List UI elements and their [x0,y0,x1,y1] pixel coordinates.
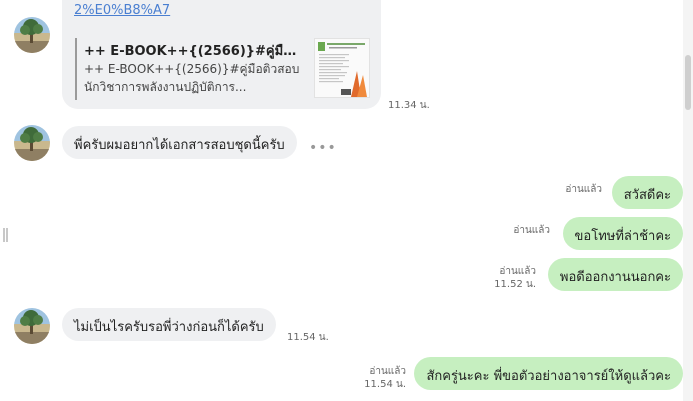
preview-description: ++ E-BOOK++{(2566)}#คู่มือติวสอบ นักวิชา… [84,60,302,96]
message-text: พี่ครับผมอยากได้เอกสารสอบชุดนี้ครับ [74,138,285,153]
message-text: สักครู่นะคะ พี่ขอตัวอย่างอาจารย์ให้ดูแล้… [426,369,671,384]
message-meta: อ่านแล้ว 11.54 น. [364,365,406,391]
outgoing-message[interactable]: ขอโทษที่ล่าช้าคะ [562,217,683,250]
panel-resize-handle[interactable] [3,228,8,242]
link-message-bubble[interactable]: 2%E0%B8%A7 ++ E-BOOK++{(2566)}#คู่มือติว… [62,0,381,109]
message-text: พอดีออกงานนอกคะ [559,270,671,285]
message-text: ขอโทษที่ล่าช้าคะ [574,229,671,244]
message-time: 11.54 น. [364,379,406,390]
scrollbar-thumb[interactable] [685,55,691,110]
message-time: 11.52 น. [494,279,536,290]
message-time: 11.54 น. [287,332,329,343]
chat-scrollbar[interactable] [683,0,693,401]
preview-desc-line1: ++ E-BOOK++{(2566)}#คู่มือติวสอบ [84,62,300,76]
message-text: ไม่เป็นไรครับรอพี่ว่างก่อนก็ได้ครับ [74,320,264,335]
outgoing-message[interactable]: สักครู่นะคะ พี่ขอตัวอย่างอาจารย์ให้ดูแล้… [414,357,683,390]
message-text: สวัสดีคะ [623,188,671,203]
message-time: 11.34 น. [388,100,430,111]
incoming-message[interactable]: ไม่เป็นไรครับรอพี่ว่างก่อนก็ได้ครับ [62,308,276,341]
read-status: อ่านแล้ว [499,266,536,277]
contact-avatar[interactable] [14,17,50,53]
read-status: อ่านแล้ว [565,184,602,195]
message-link[interactable]: 2%E0%B8%A7 [74,3,170,18]
read-status: อ่านแล้ว [513,225,550,236]
read-status: อ่านแล้ว [369,366,406,377]
outgoing-message[interactable]: สวัสดีคะ [611,176,683,209]
incoming-message[interactable]: พี่ครับผมอยากได้เอกสารสอบชุดนี้ครับ [62,126,297,159]
ellipsis-icon[interactable]: ••• [309,140,337,156]
message-meta: อ่านแล้ว 11.52 น. [494,265,536,291]
contact-avatar[interactable] [14,308,50,344]
preview-thumbnail [314,38,370,98]
link-preview-card[interactable]: ++ E-BOOK++{(2566)}#คู่มือติวสอ... ++ E-… [75,38,370,100]
outgoing-message[interactable]: พอดีออกงานนอกคะ [547,258,683,291]
preview-title: ++ E-BOOK++{(2566)}#คู่มือติวสอ... [84,44,302,59]
contact-avatar[interactable] [14,125,50,161]
preview-desc-line2: นักวิชาการพลังงานปฏิบัติการ... [84,80,247,94]
